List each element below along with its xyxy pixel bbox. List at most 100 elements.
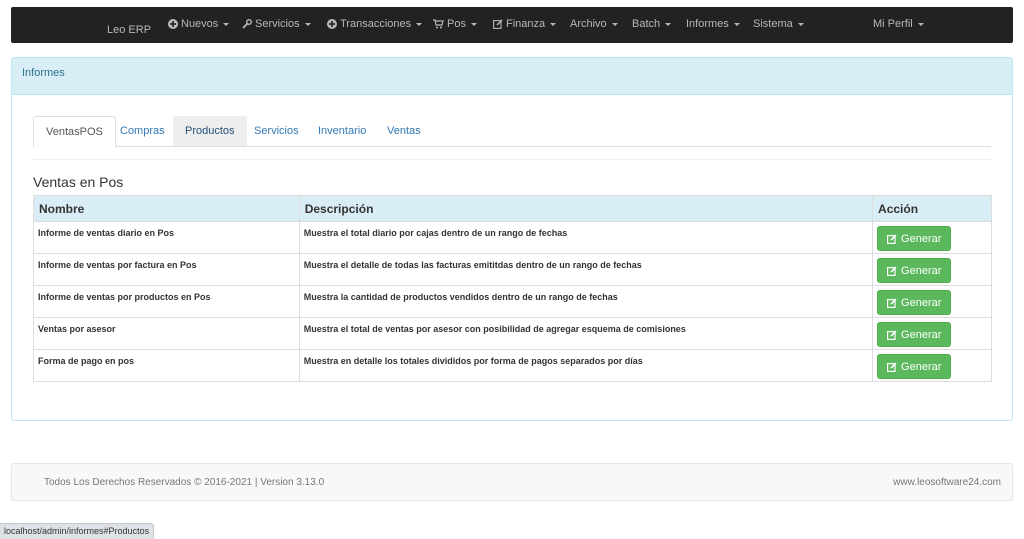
edit-icon bbox=[493, 19, 503, 29]
nav-pos[interactable]: Pos bbox=[433, 18, 477, 30]
nav-archivo[interactable]: Archivo bbox=[570, 18, 618, 30]
tab-ventaspos[interactable]: VentasPOS bbox=[33, 116, 116, 148]
report-description-text: Muestra el total diario por cajas dentro… bbox=[303, 228, 568, 238]
report-name-text: Informe de ventas por productos en Pos bbox=[38, 292, 211, 302]
report-description-text: Muestra la cantidad de productos vendido… bbox=[303, 292, 618, 302]
nav-batch[interactable]: Batch bbox=[632, 18, 672, 30]
generar-button-label: Generar bbox=[901, 232, 942, 245]
plus-circle-icon bbox=[168, 19, 178, 29]
caret-down-icon bbox=[416, 22, 423, 26]
report-name: Forma de pago en pos bbox=[33, 349, 300, 382]
plus-circle-icon bbox=[327, 19, 337, 29]
table-row: Informe de ventas por productos en Pos M… bbox=[33, 285, 992, 318]
page-footer: Todos Los Derechos Reservados © 2016-202… bbox=[11, 463, 1013, 501]
edit-icon bbox=[887, 265, 897, 276]
caret-down-icon bbox=[550, 22, 557, 26]
nav-finanza[interactable]: Finanza bbox=[493, 18, 557, 30]
report-name: Ventas por asesor bbox=[33, 317, 300, 350]
generar-button-label: Generar bbox=[901, 296, 942, 309]
report-action: Generar bbox=[872, 317, 992, 350]
caret-down-icon bbox=[611, 22, 618, 26]
caret-down-icon bbox=[304, 22, 311, 26]
brand-logo[interactable]: Leo ERP bbox=[107, 24, 151, 36]
wrench-icon bbox=[242, 19, 252, 29]
generar-button[interactable]: Generar bbox=[877, 322, 952, 347]
report-name-text: Informe de ventas diario en Pos bbox=[38, 228, 175, 238]
report-name: Informe de ventas por productos en Pos bbox=[33, 285, 300, 318]
generar-button[interactable]: Generar bbox=[877, 290, 952, 315]
report-description: Muestra el total de ventas por asesor co… bbox=[298, 317, 874, 350]
report-action: Generar bbox=[872, 285, 992, 318]
report-name: Informe de ventas por factura en Pos bbox=[33, 253, 300, 286]
report-action: Generar bbox=[872, 349, 992, 382]
nav-transacciones[interactable]: Transacciones bbox=[327, 18, 423, 30]
report-tabs: VentasPOS Compras Productos Servicios In… bbox=[33, 116, 991, 148]
generar-button-label: Generar bbox=[901, 264, 942, 277]
report-description: Muestra el total diario por cajas dentro… bbox=[298, 221, 874, 254]
nav-transacciones-label: Transacciones bbox=[340, 18, 412, 30]
report-description-text: Muestra el total de ventas por asesor co… bbox=[303, 324, 686, 334]
nav-informes-label: Informes bbox=[686, 18, 729, 30]
nav-sistema[interactable]: Sistema bbox=[753, 18, 804, 30]
report-description: Muestra en detalle los totales divididos… bbox=[298, 349, 874, 382]
table-row: Informe de ventas diario en Pos Muestra … bbox=[33, 221, 992, 254]
caret-down-icon bbox=[917, 22, 924, 26]
footer-site-link[interactable]: www.leosoftware24.com bbox=[893, 477, 1001, 488]
nav-mi-perfil[interactable]: Mi Perfil bbox=[873, 18, 924, 30]
tab-ventas[interactable]: Ventas bbox=[375, 116, 433, 146]
generar-button-label: Generar bbox=[901, 360, 942, 373]
edit-icon bbox=[887, 329, 897, 340]
caret-down-icon bbox=[470, 22, 477, 26]
panel-heading: Informes bbox=[12, 58, 1012, 95]
tab-servicios[interactable]: Servicios bbox=[242, 116, 311, 146]
generar-button[interactable]: Generar bbox=[877, 258, 952, 283]
nav-pos-label: Pos bbox=[447, 18, 466, 30]
top-navbar: Leo ERP Nuevos Servicios Transacciones P… bbox=[11, 7, 1013, 43]
report-action: Generar bbox=[872, 253, 992, 286]
table-row: Forma de pago en pos Muestra en detalle … bbox=[33, 349, 992, 382]
footer-copyright: Todos Los Derechos Reservados © 2016-202… bbox=[44, 477, 325, 488]
table-row: Informe de ventas por factura en Pos Mue… bbox=[33, 253, 992, 286]
cart-icon bbox=[433, 19, 444, 29]
edit-icon bbox=[887, 233, 897, 244]
nav-informes[interactable]: Informes bbox=[686, 18, 740, 30]
edit-icon bbox=[887, 297, 897, 308]
generar-button[interactable]: Generar bbox=[877, 354, 952, 379]
report-action: Generar bbox=[872, 221, 992, 254]
divider bbox=[33, 159, 991, 160]
report-name: Informe de ventas diario en Pos bbox=[33, 221, 300, 254]
nav-sistema-label: Sistema bbox=[753, 18, 793, 30]
column-header-accion: Acción bbox=[872, 195, 992, 222]
caret-down-icon bbox=[223, 22, 230, 26]
caret-down-icon bbox=[797, 22, 804, 26]
column-header-descripcion: Descripción bbox=[298, 195, 874, 222]
nav-servicios[interactable]: Servicios bbox=[242, 18, 311, 30]
table-row: Ventas por asesor Muestra el total de ve… bbox=[33, 317, 992, 350]
caret-down-icon bbox=[665, 22, 672, 26]
table-header-row: Nombre Descripción Acción bbox=[33, 195, 992, 222]
tab-productos[interactable]: Productos bbox=[173, 116, 247, 146]
nav-nuevos-label: Nuevos bbox=[181, 18, 219, 30]
nav-archivo-label: Archivo bbox=[570, 18, 607, 30]
report-description: Muestra el detalle de todas las facturas… bbox=[298, 253, 874, 286]
report-description: Muestra la cantidad de productos vendido… bbox=[298, 285, 874, 318]
section-title: Ventas en Pos bbox=[33, 174, 124, 190]
column-header-nombre: Nombre bbox=[33, 195, 300, 222]
report-description-text: Muestra el detalle de todas las facturas… bbox=[303, 260, 642, 270]
report-name-text: Forma de pago en pos bbox=[38, 356, 135, 366]
caret-down-icon bbox=[733, 22, 740, 26]
generar-button[interactable]: Generar bbox=[877, 226, 952, 251]
edit-icon bbox=[887, 361, 897, 372]
nav-finanza-label: Finanza bbox=[506, 18, 546, 30]
tab-inventario[interactable]: Inventario bbox=[306, 116, 378, 146]
generar-button-label: Generar bbox=[901, 328, 942, 341]
nav-mi-perfil-label: Mi Perfil bbox=[873, 18, 913, 30]
nav-servicios-label: Servicios bbox=[255, 18, 300, 30]
report-name-text: Informe de ventas por factura en Pos bbox=[38, 260, 197, 270]
informes-panel: Informes VentasPOS Compras Productos Ser… bbox=[11, 57, 1013, 421]
nav-nuevos[interactable]: Nuevos bbox=[168, 18, 230, 30]
report-name-text: Ventas por asesor bbox=[38, 324, 116, 334]
tab-compras[interactable]: Compras bbox=[108, 116, 177, 146]
report-description-text: Muestra en detalle los totales divididos… bbox=[303, 356, 643, 366]
reports-table: Nombre Descripción Acción Informe de ven… bbox=[33, 195, 992, 382]
